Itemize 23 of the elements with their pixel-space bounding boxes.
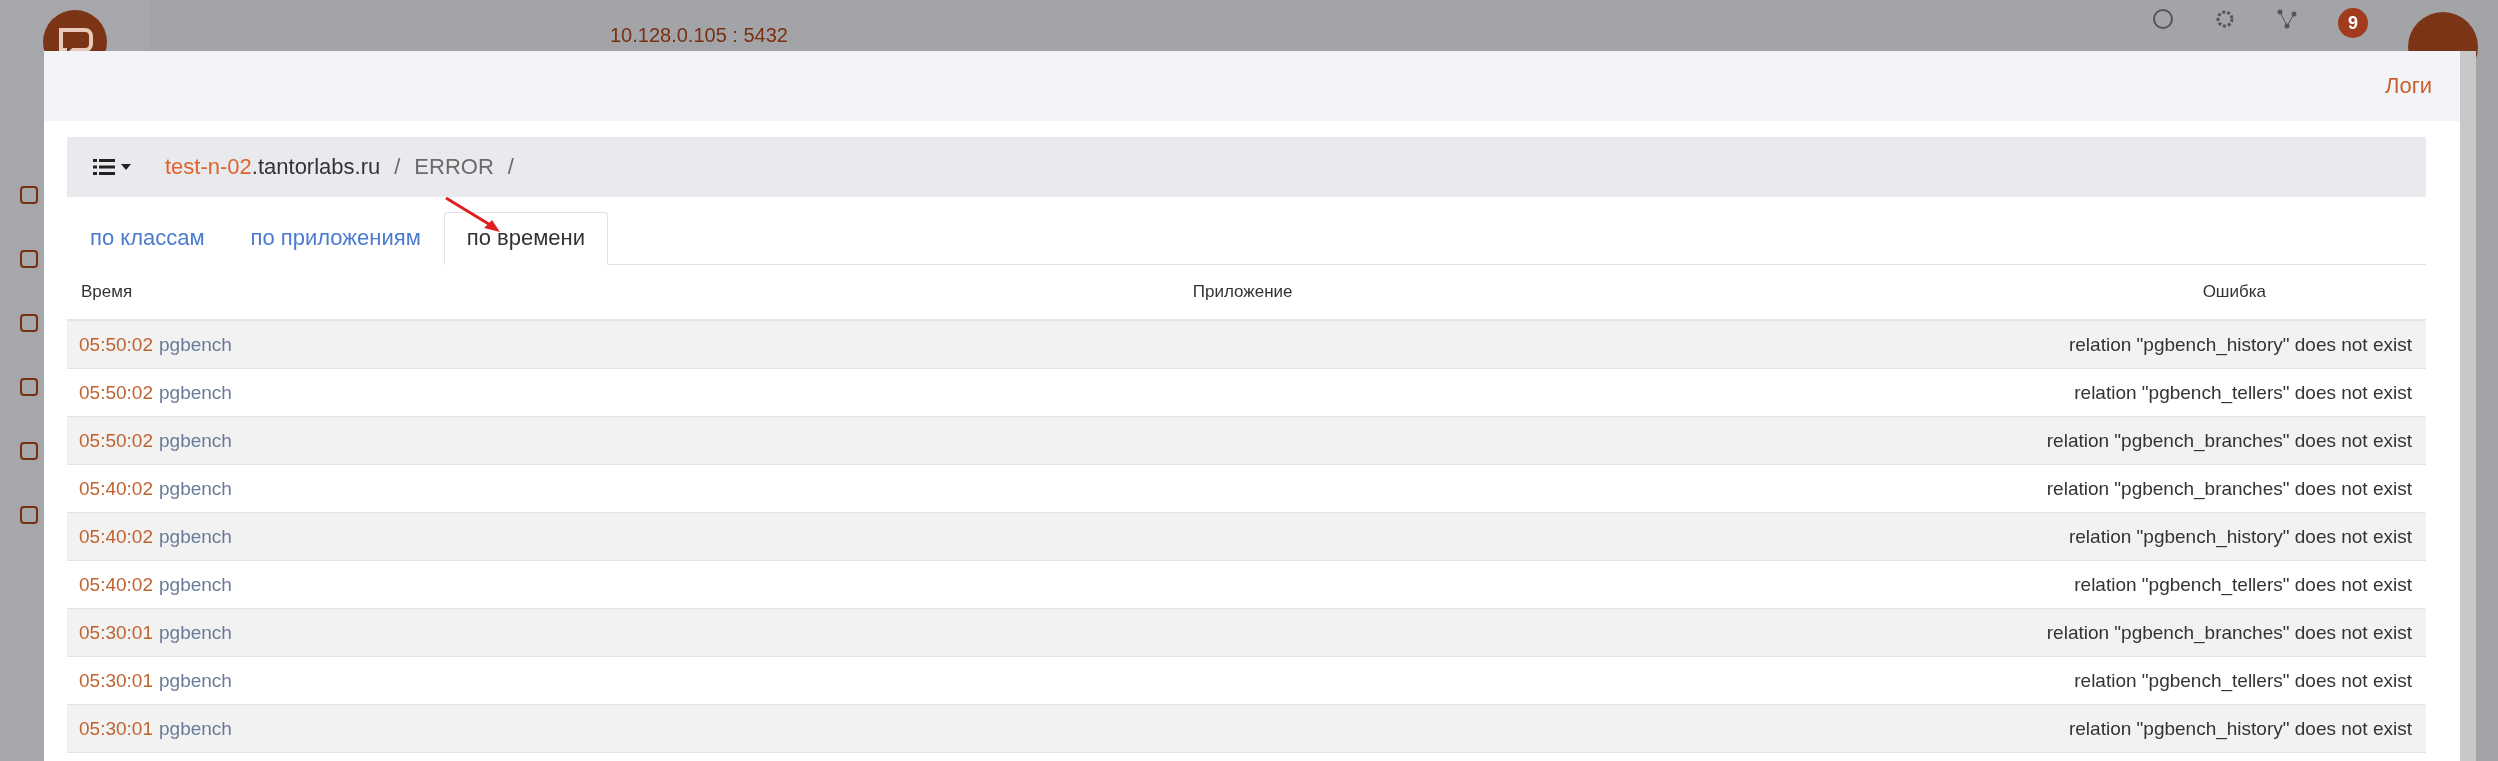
notification-badge[interactable]: 9 [2338,8,2368,38]
host-name[interactable]: test-n-02.tantorlabs.ru [165,154,381,180]
application-cell: pgbench [159,513,1293,561]
tab[interactable]: по времени [443,212,608,265]
time-cell: 05:50:02 [67,417,159,465]
application-cell: pgbench [159,609,1293,657]
application-cell: pgbench [159,417,1293,465]
error-level[interactable]: ERROR [414,154,494,180]
time-cell: 05:50:02 [67,321,159,369]
time-cell: 05:40:02 [67,513,159,561]
time-cell: 05:30:01 [67,705,159,753]
error-cell: relation "pgbench_history" does not exist [1292,513,2426,561]
application-cell: pgbench [159,705,1293,753]
error-cell: relation "pgbench_history" does not exist [1292,321,2426,369]
application-cell: pgbench [159,321,1293,369]
error-cell: relation "pgbench_history" does not exist [1292,705,2426,753]
host-address: 10.128.0.105 : 5432 [610,23,788,47]
breadcrumb-separator: / [394,154,401,180]
time-cell: 05:30:01 [67,609,159,657]
breadcrumb-separator: / [507,154,514,180]
error-cell: relation "pgbench_branches" does not exist [1292,417,2426,465]
dialog-title: Логи [2385,73,2432,99]
error-cell: relation "pgbench_branches" does not exist [1292,609,2426,657]
